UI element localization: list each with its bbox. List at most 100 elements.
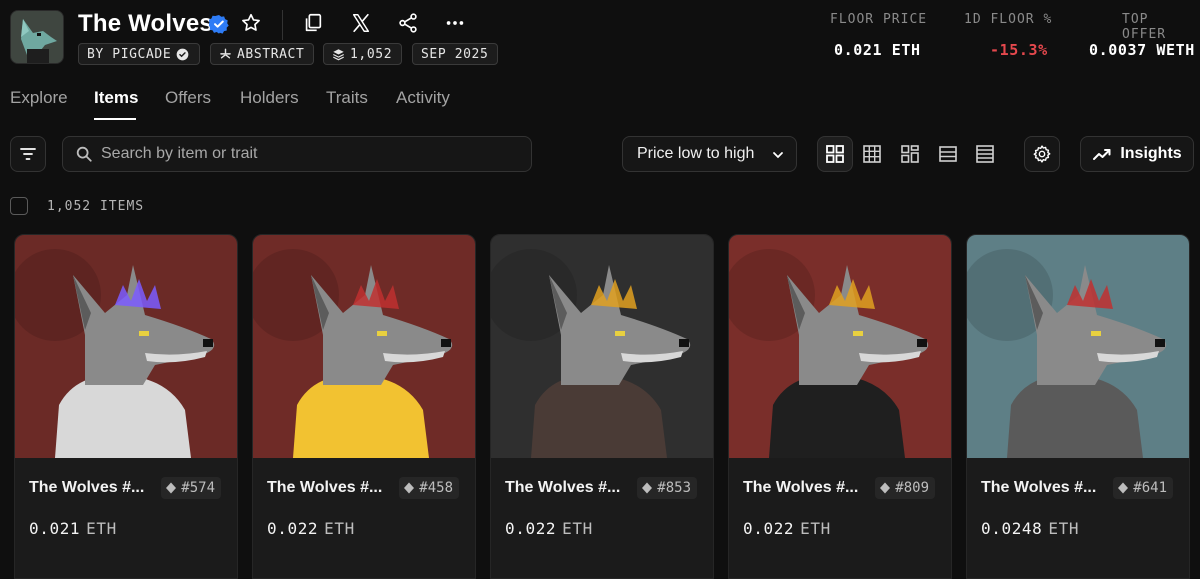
large-grid-icon [826,145,844,163]
token-id-badge: #458 [399,477,459,499]
search-icon [76,146,92,162]
items-count: 1,052 ITEMS [47,199,145,214]
eth-diamond-icon [642,482,653,494]
token-id: #574 [181,480,215,496]
view-mosaic-button[interactable] [892,136,928,172]
collection-header: The Wolves BY PIGCADE ABSTRACT 1,052 SEP… [0,0,1200,78]
price-unit: ETH [86,519,117,538]
nft-artwork-image [729,235,951,458]
creator-verified-icon [176,48,189,60]
nft-artwork-image [15,235,237,458]
tab-explore[interactable]: Explore [10,88,68,108]
price-unit: ETH [800,519,831,538]
eth-diamond-icon [404,482,415,494]
price-value: 0.021 [29,519,81,538]
tab-items[interactable]: Items [94,88,138,108]
settings-button[interactable] [1024,136,1060,172]
sort-dropdown[interactable]: Price low to high [622,136,797,172]
item-price: 0.0248 ETH [981,519,1079,538]
token-id: #458 [419,480,453,496]
price-value: 0.022 [743,519,795,538]
item-price: 0.022 ETH [505,519,593,538]
item-card[interactable]: The Wolves #... #574 0.021 ETH [14,234,238,579]
price-unit: ETH [1048,519,1080,538]
floor-change-label: 1D FLOOR % [964,12,1053,27]
collection-avatar[interactable] [10,10,64,64]
small-grid-icon [863,145,881,163]
floor-price-label: FLOOR PRICE [830,12,928,27]
view-large-grid-button[interactable] [817,136,853,172]
floor-change-value: -15.3% [990,41,1048,59]
more-options-icon[interactable] [444,12,466,34]
x-twitter-icon[interactable] [350,12,372,34]
item-card[interactable]: The Wolves #... #458 0.022 ETH [252,234,476,579]
price-unit: ETH [562,519,593,538]
token-id: #641 [1133,480,1167,496]
item-card[interactable]: The Wolves #... #809 0.022 ETH [728,234,952,579]
tab-offers[interactable]: Offers [165,88,211,108]
eth-diamond-icon [1118,482,1129,494]
sort-label: Price low to high [637,145,755,162]
gear-icon [1033,145,1051,163]
token-id: #853 [657,480,691,496]
favorite-star-icon[interactable] [240,12,262,34]
view-table-button[interactable] [967,136,1003,172]
table-icon [976,145,994,163]
token-id-badge: #809 [875,477,935,499]
trend-line-icon [1093,149,1111,160]
search-bar[interactable] [62,136,532,172]
top-offer-value: 0.0037 WETH [1089,41,1195,59]
nft-artwork-image [253,235,475,458]
select-all-checkbox[interactable] [10,197,28,215]
price-unit: ETH [324,519,355,538]
price-value: 0.0248 [981,519,1043,538]
nft-artwork-image [967,235,1189,458]
share-icon[interactable] [397,12,419,34]
active-tab-indicator [94,118,136,120]
tab-activity[interactable]: Activity [396,88,450,108]
abstract-chain-icon [220,48,231,58]
eth-diamond-icon [880,482,891,494]
filter-button[interactable] [10,136,46,172]
supply-label: 1,052 [350,46,393,62]
floor-price-value: 0.021 ETH [834,41,921,59]
item-price: 0.022 ETH [267,519,355,538]
tab-traits[interactable]: Traits [326,88,368,108]
copy-icon[interactable] [302,12,324,34]
top-offer-label: TOP OFFER [1122,12,1167,42]
filter-icon [20,148,36,160]
tab-holders[interactable]: Holders [240,88,299,108]
chain-pill[interactable]: ABSTRACT [210,43,314,65]
eth-diamond-icon [166,482,177,494]
view-small-grid-button[interactable] [854,136,890,172]
layers-icon [333,48,344,60]
item-name: The Wolves #... [505,479,621,496]
token-id-badge: #641 [1113,477,1173,499]
chain-label: ABSTRACT [237,46,305,62]
header-divider [282,10,283,40]
chevron-down-icon [773,152,783,159]
date-pill: SEP 2025 [412,43,498,65]
view-list-button[interactable] [930,136,966,172]
search-input[interactable] [101,145,501,163]
item-card[interactable]: The Wolves #... #641 0.0248 ETH [966,234,1190,579]
creator-pill[interactable]: BY PIGCADE [78,43,200,65]
item-name: The Wolves #... [29,479,145,496]
creator-label: BY PIGCADE [87,46,172,62]
collection-title: The Wolves [78,10,213,37]
item-name: The Wolves #... [267,479,383,496]
list-icon [939,146,957,162]
token-id-badge: #853 [637,477,697,499]
nft-artwork-image [491,235,713,458]
item-name: The Wolves #... [981,479,1097,496]
item-price: 0.021 ETH [29,519,117,538]
item-name: The Wolves #... [743,479,859,496]
token-id-badge: #574 [161,477,221,499]
price-value: 0.022 [267,519,319,538]
mosaic-icon [901,145,919,163]
insights-button[interactable]: Insights [1080,136,1194,172]
item-card[interactable]: The Wolves #... #853 0.022 ETH [490,234,714,579]
date-label: SEP 2025 [421,46,489,62]
price-value: 0.022 [505,519,557,538]
item-price: 0.022 ETH [743,519,831,538]
